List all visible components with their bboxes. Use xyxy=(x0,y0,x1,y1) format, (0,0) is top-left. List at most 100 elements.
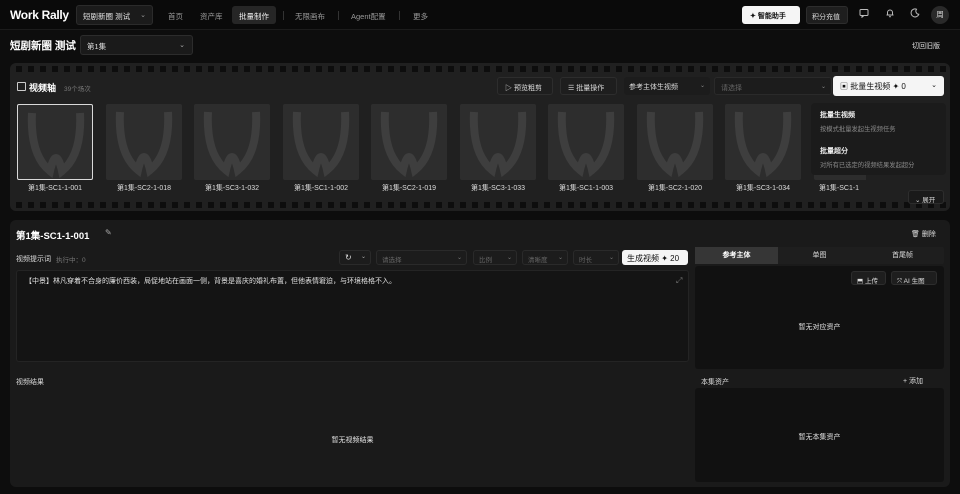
timeline-clip[interactable]: 第1集-SC2-1-018 xyxy=(106,104,182,193)
prompt-text: 【中景】林凡穿着不合身的廉价西装，局促地站在画面一侧，背景是喜庆的婚礼布置，但他… xyxy=(25,278,396,285)
delete-button[interactable]: 🗑 删除 xyxy=(911,229,936,239)
clip-label: 第1集-SC1-1 xyxy=(819,185,860,192)
video-icon: ▣ xyxy=(840,82,848,91)
model-select[interactable]: 请选择 ⌄ xyxy=(714,77,832,95)
message-icon[interactable] xyxy=(857,8,871,22)
duration-select[interactable]: 时长 ⌄ xyxy=(573,250,619,265)
nav-home[interactable]: 首页 xyxy=(161,6,190,24)
tab-first-last-frame[interactable]: 首尾帧 xyxy=(861,247,944,264)
ref-subject-select[interactable]: 参考主体生视频 ⌄ xyxy=(624,77,710,95)
add-asset-button[interactable]: + 添加 xyxy=(903,376,923,386)
film-perforation-top xyxy=(10,66,950,72)
timeline-clip[interactable]: 第1集-SC1-1-002 xyxy=(283,104,359,193)
timeline-clip[interactable]: 第1集-SC2-1-020 xyxy=(637,104,713,193)
plus-icon: + xyxy=(903,378,908,385)
refresh-icon: ↻ xyxy=(345,253,352,262)
batch-generate-label: 批量生视频 xyxy=(850,82,891,91)
clip-label: 第1集-SC3-1-032 xyxy=(204,185,260,192)
chevron-down-icon: ⌄ xyxy=(506,255,512,261)
clip-thumbnail xyxy=(106,104,182,180)
reference-tabs: 参考主体 单图 首尾帧 xyxy=(695,247,944,264)
episode-asset-area: 暂无本集资产 xyxy=(695,388,944,482)
edit-icon[interactable]: ✎ xyxy=(105,228,112,237)
timeline-clip[interactable]: 第1集-SC3-1-034 xyxy=(725,104,801,193)
prompt-textarea[interactable]: 【中景】林凡穿着不合身的廉价西装，局促地站在画面一侧，背景是喜庆的婚礼布置，但他… xyxy=(16,270,689,362)
chevron-down-icon: ⌄ xyxy=(915,197,921,204)
nav-asset-library[interactable]: 资产库 xyxy=(193,6,230,24)
video-timeline-panel: 视频轴 39个场次 ▷ 预览粗剪 ☰ 批量操作 参考主体生视频 ⌄ 请选择 ⌄ … xyxy=(10,63,950,211)
clip-thumbnail xyxy=(371,104,447,180)
nav-more[interactable]: 更多 xyxy=(406,6,435,24)
nav-divider xyxy=(283,11,284,20)
film-perforation-bottom xyxy=(10,202,950,208)
clip-label: 第1集-SC3-1-033 xyxy=(470,185,526,192)
scene-count: 39个场次 xyxy=(64,86,91,93)
nav-infinite-canvas[interactable]: 无限画布 xyxy=(288,6,332,24)
preview-rough-cut-button[interactable]: ▷ 预览粗剪 xyxy=(497,77,553,95)
switch-old-version-link[interactable]: 切回旧版 xyxy=(912,41,940,51)
chevron-down-icon: ⌄ xyxy=(557,255,563,261)
chevron-down-icon: ⌄ xyxy=(699,83,705,89)
sparkle-icon: ✦ xyxy=(750,13,756,20)
batch-generate-menu: 批量生视频 按模式批量发起生视频任务 批量超分 对所有已选定的视频结果发起超分 xyxy=(811,103,946,175)
generate-video-button[interactable]: 生成视频 ✦ 20 xyxy=(622,250,688,265)
ratio-select[interactable]: 比例 ⌄ xyxy=(473,250,517,265)
ai-image-button[interactable]: ⤧ AI 生图 xyxy=(891,271,937,285)
model-placeholder: 请选择 xyxy=(382,257,402,264)
tab-reference-subject[interactable]: 参考主体 xyxy=(695,247,778,264)
clip-label: 第1集-SC3-1-034 xyxy=(735,185,791,192)
points-recharge-button[interactable]: 积分充值 xyxy=(806,6,848,24)
clip-label: 第1集-SC2-1-019 xyxy=(381,185,437,192)
menu-item-title: 批量生视频 xyxy=(820,112,855,119)
tab-single-image[interactable]: 单图 xyxy=(778,247,861,264)
empty-asset-text: 暂无对应资产 xyxy=(798,324,841,331)
chevron-down-icon: ⌄ xyxy=(361,254,367,260)
add-label: 添加 xyxy=(909,378,924,385)
list-icon: ☰ xyxy=(568,85,575,92)
bell-icon[interactable] xyxy=(883,8,897,22)
timeline-title: 视频轴 xyxy=(29,83,57,93)
episode-selector[interactable]: 第1集 ⌄ xyxy=(80,35,193,55)
refresh-select[interactable]: ↻ ⌄ xyxy=(339,250,371,265)
timeline-clip[interactable]: 第1集-SC3-1-033 xyxy=(460,104,536,193)
assistant-button[interactable]: ✦ 智能助手 xyxy=(742,6,800,24)
magic-icon: ⤧ xyxy=(897,278,903,285)
clip-label: 第1集-SC1-1-002 xyxy=(293,185,349,192)
chevron-down-icon: ⌄ xyxy=(140,12,146,19)
nav-divider xyxy=(338,11,339,20)
nav-divider xyxy=(399,11,400,20)
video-result-label: 视频结果 xyxy=(16,379,44,386)
app-logo[interactable]: Work Rally xyxy=(10,8,69,22)
ratio-placeholder: 比例 xyxy=(479,257,492,264)
avatar[interactable]: 周 xyxy=(931,6,949,24)
project-selector[interactable]: 短剧新圈 测试 ⌄ xyxy=(76,5,153,25)
batch-generate-button[interactable]: ▣ 批量生视频 ✦ 0 ⌄ xyxy=(833,76,944,96)
menu-item-title: 批量超分 xyxy=(820,148,848,155)
menu-item-desc: 按模式批量发起生视频任务 xyxy=(820,126,896,133)
clip-label: 第1集-SC2-1-020 xyxy=(647,185,703,192)
timeline-clip[interactable]: 第1集-SC2-1-019 xyxy=(371,104,447,193)
batch-ops-label: 批量操作 xyxy=(576,85,605,92)
timeline-clip[interactable]: 第1集-SC3-1-032 xyxy=(194,104,270,193)
empty-result-text: 暂无视频结果 xyxy=(331,437,374,444)
resolution-select[interactable]: 清晰度 ⌄ xyxy=(522,250,568,265)
clip-label: 第1集-SC1-1-001 xyxy=(27,185,83,192)
nav-agent-config[interactable]: Agent配置 xyxy=(344,6,393,24)
model-select[interactable]: 请选择 ⌄ xyxy=(376,250,467,265)
timeline-clip[interactable]: 第1集-SC1-1-001 xyxy=(17,104,93,193)
upload-button[interactable]: ⬒ 上传 xyxy=(851,271,886,285)
film-icon xyxy=(17,82,26,91)
nav-batch-production[interactable]: 批量制作 xyxy=(232,6,276,24)
reference-asset-area: ⬒ 上传 ⤧ AI 生图 暂无对应资产 xyxy=(695,266,944,369)
timeline-clip[interactable]: 第1集-SC1-1-003 xyxy=(548,104,624,193)
clip-thumbnail xyxy=(460,104,536,180)
moon-icon[interactable] xyxy=(908,8,922,22)
expand-button[interactable]: ⌄ 展开 xyxy=(908,190,944,204)
expand-icon[interactable]: ⤢ xyxy=(676,276,682,286)
batch-operations-button[interactable]: ☰ 批量操作 xyxy=(560,77,617,95)
upload-icon: ⬒ xyxy=(857,278,864,285)
clip-thumbnail xyxy=(637,104,713,180)
assistant-label: 智能助手 xyxy=(757,13,786,20)
preview-label: 预览粗剪 xyxy=(513,85,542,92)
chevron-down-icon: ⌄ xyxy=(931,82,937,89)
